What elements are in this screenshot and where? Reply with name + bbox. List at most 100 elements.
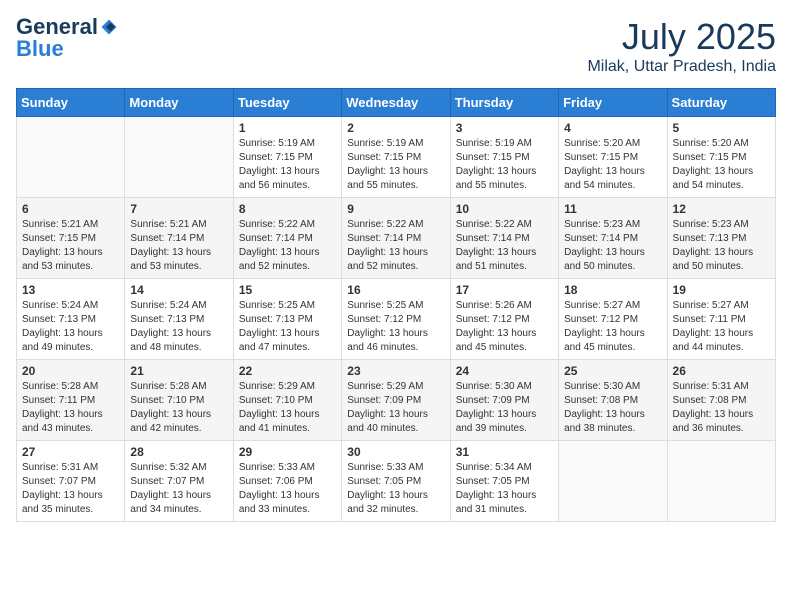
day-of-week-header: Sunday [17, 89, 125, 117]
calendar-day-cell: 24 Sunrise: 5:30 AMSunset: 7:09 PMDayligh… [450, 360, 558, 441]
calendar-day-cell: 27Sunrise: 5:31 AMSunset: 7:07 PMDayligh… [17, 441, 125, 522]
day-number: 11 [564, 202, 661, 216]
calendar-day-cell: 14Sunrise: 5:24 AMSunset: 7:13 PMDayligh… [125, 279, 233, 360]
calendar-day-cell [559, 441, 667, 522]
calendar-day-cell [125, 117, 233, 198]
day-number: 24 [456, 364, 553, 378]
calendar-day-cell: 9 Sunrise: 5:22 AMSunset: 7:14 PMDaylight… [342, 198, 450, 279]
day-content: Sunrise: 5:27 AMSunset: 7:12 PMDaylight:… [564, 299, 661, 355]
day-content: Sunrise: 5:22 AMSunset: 7:14 PMDaylight:… [239, 218, 336, 274]
day-content: Sunrise: 5:22 AMSunset: 7:14 PMDaylight:… [347, 218, 444, 274]
calendar-day-cell: 1Sunrise: 5:19 AMSunset: 7:15 PMDaylight… [233, 117, 341, 198]
calendar-day-cell: 18 Sunrise: 5:27 AMSunset: 7:12 PMDayligh… [559, 279, 667, 360]
day-number: 26 [673, 364, 770, 378]
day-number: 28 [130, 445, 227, 459]
day-content: Sunrise: 5:29 AMSunset: 7:09 PMDaylight:… [347, 380, 444, 436]
day-content: Sunrise: 5:31 AMSunset: 7:08 PMDaylight:… [673, 380, 770, 436]
day-content: Sunrise: 5:20 AMSunset: 7:15 PMDaylight:… [564, 137, 661, 193]
calendar-day-cell: 7 Sunrise: 5:21 AMSunset: 7:14 PMDaylight… [125, 198, 233, 279]
day-number: 29 [239, 445, 336, 459]
day-content: Sunrise: 5:19 AMSunset: 7:15 PMDaylight:… [456, 137, 553, 193]
calendar-day-cell: 31 Sunrise: 5:34 AMSunset: 7:05 PMDayligh… [450, 441, 558, 522]
calendar-week-row: 20 Sunrise: 5:28 AMSunset: 7:11 PMDayligh… [17, 360, 776, 441]
calendar-day-cell: 23 Sunrise: 5:29 AMSunset: 7:09 PMDayligh… [342, 360, 450, 441]
day-number: 12 [673, 202, 770, 216]
logo: General Blue [16, 16, 118, 62]
day-number: 25 [564, 364, 661, 378]
day-number: 18 [564, 283, 661, 297]
day-of-week-header: Friday [559, 89, 667, 117]
calendar-table: SundayMondayTuesdayWednesdayThursdayFrid… [16, 88, 776, 522]
logo-general-text: General [16, 16, 98, 38]
day-content: Sunrise: 5:30 AMSunset: 7:08 PMDaylight:… [564, 380, 661, 436]
day-number: 22 [239, 364, 336, 378]
calendar-day-cell: 28 Sunrise: 5:32 AMSunset: 7:07 PMDayligh… [125, 441, 233, 522]
calendar-day-cell: 20 Sunrise: 5:28 AMSunset: 7:11 PMDayligh… [17, 360, 125, 441]
calendar-day-cell: 25 Sunrise: 5:30 AMSunset: 7:08 PMDayligh… [559, 360, 667, 441]
calendar-week-row: 27Sunrise: 5:31 AMSunset: 7:07 PMDayligh… [17, 441, 776, 522]
day-number: 9 [347, 202, 444, 216]
day-number: 7 [130, 202, 227, 216]
day-of-week-header: Thursday [450, 89, 558, 117]
calendar-header-row: SundayMondayTuesdayWednesdayThursdayFrid… [17, 89, 776, 117]
calendar-day-cell: 6Sunrise: 5:21 AMSunset: 7:15 PMDaylight… [17, 198, 125, 279]
calendar-week-row: 13Sunrise: 5:24 AMSunset: 7:13 PMDayligh… [17, 279, 776, 360]
day-content: Sunrise: 5:27 AMSunset: 7:11 PMDaylight:… [673, 299, 770, 355]
calendar-day-cell: 17 Sunrise: 5:26 AMSunset: 7:12 PMDayligh… [450, 279, 558, 360]
day-content: Sunrise: 5:22 AMSunset: 7:14 PMDaylight:… [456, 218, 553, 274]
day-content: Sunrise: 5:26 AMSunset: 7:12 PMDaylight:… [456, 299, 553, 355]
day-content: Sunrise: 5:33 AMSunset: 7:06 PMDaylight:… [239, 461, 336, 517]
day-content: Sunrise: 5:28 AMSunset: 7:10 PMDaylight:… [130, 380, 227, 436]
calendar-day-cell: 30 Sunrise: 5:33 AMSunset: 7:05 PMDayligh… [342, 441, 450, 522]
day-content: Sunrise: 5:30 AMSunset: 7:09 PMDaylight:… [456, 380, 553, 436]
day-content: Sunrise: 5:24 AMSunset: 7:13 PMDaylight:… [130, 299, 227, 355]
day-content: Sunrise: 5:24 AMSunset: 7:13 PMDaylight:… [22, 299, 119, 355]
day-number: 6 [22, 202, 119, 216]
day-number: 3 [456, 121, 553, 135]
day-number: 15 [239, 283, 336, 297]
calendar-day-cell: 12 Sunrise: 5:23 AMSunset: 7:13 PMDayligh… [667, 198, 775, 279]
calendar-day-cell: 16Sunrise: 5:25 AMSunset: 7:12 PMDayligh… [342, 279, 450, 360]
day-number: 31 [456, 445, 553, 459]
day-content: Sunrise: 5:34 AMSunset: 7:05 PMDaylight:… [456, 461, 553, 517]
calendar-week-row: 6Sunrise: 5:21 AMSunset: 7:15 PMDaylight… [17, 198, 776, 279]
day-of-week-header: Monday [125, 89, 233, 117]
day-number: 30 [347, 445, 444, 459]
day-content: Sunrise: 5:33 AMSunset: 7:05 PMDaylight:… [347, 461, 444, 517]
day-content: Sunrise: 5:25 AMSunset: 7:12 PMDaylight:… [347, 299, 444, 355]
calendar-day-cell: 11Sunrise: 5:23 AMSunset: 7:14 PMDayligh… [559, 198, 667, 279]
day-number: 2 [347, 121, 444, 135]
location-title: Milak, Uttar Pradesh, India [587, 58, 776, 76]
day-of-week-header: Wednesday [342, 89, 450, 117]
day-content: Sunrise: 5:21 AMSunset: 7:14 PMDaylight:… [130, 218, 227, 274]
day-content: Sunrise: 5:23 AMSunset: 7:13 PMDaylight:… [673, 218, 770, 274]
month-title: July 2025 [587, 16, 776, 58]
day-number: 17 [456, 283, 553, 297]
day-content: Sunrise: 5:31 AMSunset: 7:07 PMDaylight:… [22, 461, 119, 517]
calendar-day-cell: 13Sunrise: 5:24 AMSunset: 7:13 PMDayligh… [17, 279, 125, 360]
day-number: 21 [130, 364, 227, 378]
calendar-day-cell: 22 Sunrise: 5:29 AMSunset: 7:10 PMDayligh… [233, 360, 341, 441]
day-content: Sunrise: 5:29 AMSunset: 7:10 PMDaylight:… [239, 380, 336, 436]
calendar-day-cell: 5 Sunrise: 5:20 AMSunset: 7:15 PMDaylight… [667, 117, 775, 198]
day-content: Sunrise: 5:32 AMSunset: 7:07 PMDaylight:… [130, 461, 227, 517]
day-number: 20 [22, 364, 119, 378]
day-content: Sunrise: 5:20 AMSunset: 7:15 PMDaylight:… [673, 137, 770, 193]
title-block: July 2025 Milak, Uttar Pradesh, India [587, 16, 776, 76]
day-number: 4 [564, 121, 661, 135]
calendar-day-cell: 4 Sunrise: 5:20 AMSunset: 7:15 PMDaylight… [559, 117, 667, 198]
day-number: 5 [673, 121, 770, 135]
day-content: Sunrise: 5:28 AMSunset: 7:11 PMDaylight:… [22, 380, 119, 436]
calendar-day-cell: 10 Sunrise: 5:22 AMSunset: 7:14 PMDayligh… [450, 198, 558, 279]
day-number: 10 [456, 202, 553, 216]
calendar-day-cell: 3 Sunrise: 5:19 AMSunset: 7:15 PMDaylight… [450, 117, 558, 198]
day-number: 8 [239, 202, 336, 216]
day-of-week-header: Tuesday [233, 89, 341, 117]
calendar-day-cell [667, 441, 775, 522]
calendar-day-cell: 29 Sunrise: 5:33 AMSunset: 7:06 PMDayligh… [233, 441, 341, 522]
day-number: 23 [347, 364, 444, 378]
calendar-day-cell: 2Sunrise: 5:19 AMSunset: 7:15 PMDaylight… [342, 117, 450, 198]
calendar-day-cell: 19Sunrise: 5:27 AMSunset: 7:11 PMDayligh… [667, 279, 775, 360]
logo-blue-text: Blue [16, 36, 64, 62]
page-header: General Blue July 2025 Milak, Uttar Prad… [16, 16, 776, 76]
